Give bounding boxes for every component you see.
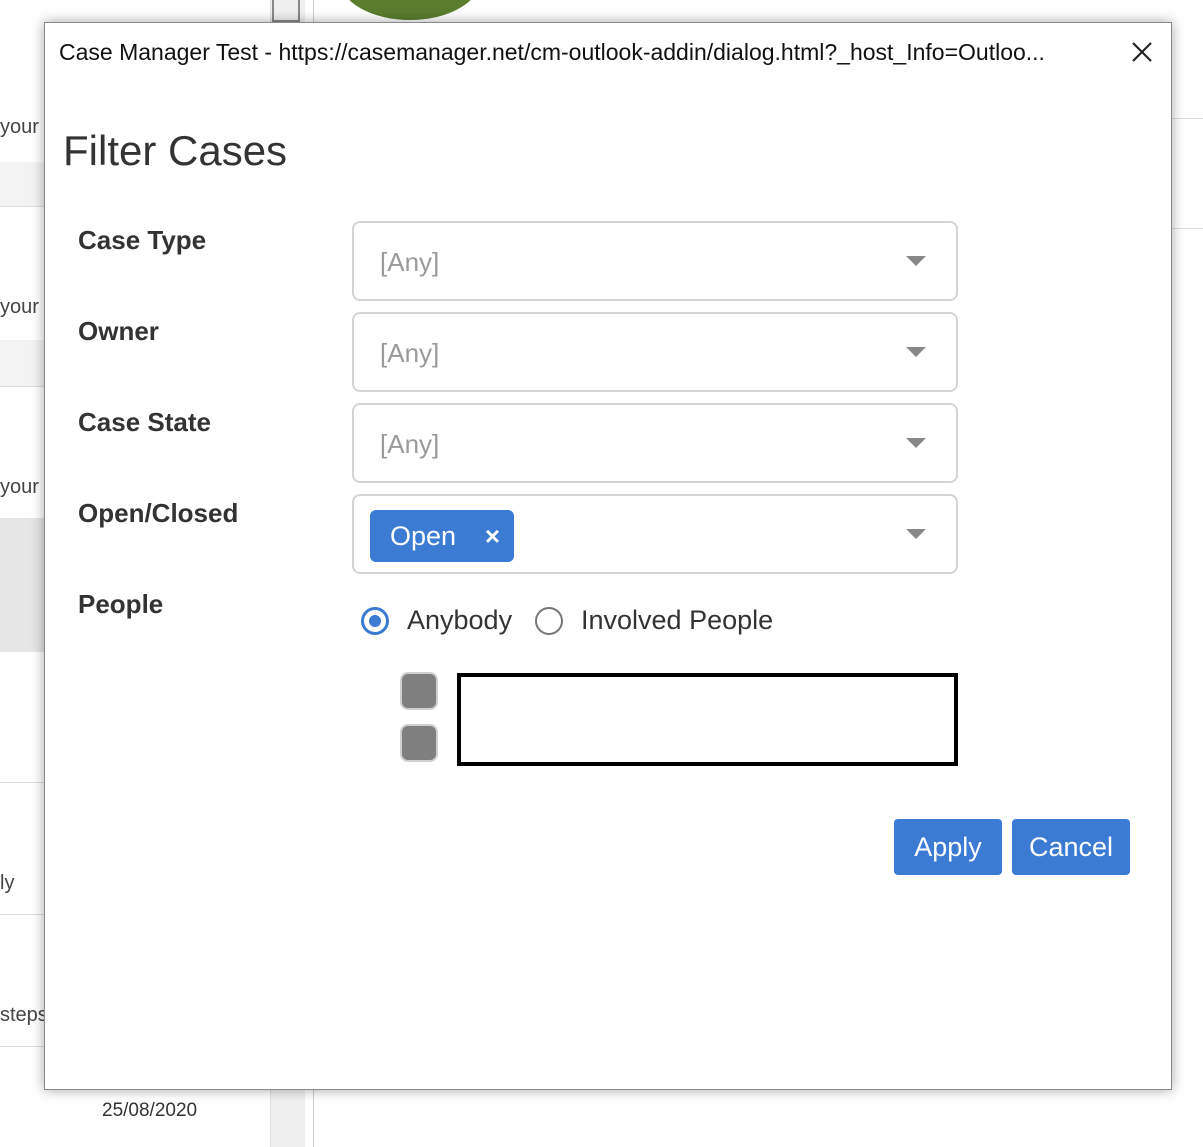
dialog-titlebar[interactable]: Case Manager Test - https://casemanager.… (45, 23, 1171, 85)
open-chip: Open × (370, 510, 514, 562)
message-snippet: your (0, 116, 39, 138)
radio-anybody-label: Anybody (407, 605, 513, 635)
radio-anybody[interactable]: Anybody (361, 603, 521, 643)
radio-checked-icon (361, 607, 389, 635)
owner-label: Owner (78, 316, 159, 346)
close-icon (1132, 42, 1152, 62)
apply-button[interactable]: Apply (894, 819, 1002, 875)
radio-involved-people-label: Involved People (581, 605, 774, 635)
chevron-down-icon (906, 256, 926, 266)
dialog-title: Case Manager Test - https://casemanager.… (59, 39, 1045, 65)
page-title: Filter Cases (63, 127, 288, 174)
avatar (340, 0, 480, 20)
reading-pane-divider (1172, 228, 1203, 229)
chevron-down-icon (906, 529, 926, 539)
message-snippet: your (0, 476, 39, 498)
open-closed-label: Open/Closed (78, 498, 239, 528)
close-button[interactable] (1127, 37, 1157, 67)
case-type-label: Case Type (78, 225, 207, 255)
involved-people-list[interactable] (457, 673, 958, 766)
case-type-select[interactable]: [Any] (352, 221, 958, 301)
chip-label: Open (390, 521, 457, 551)
people-add-button[interactable] (400, 672, 438, 710)
message-snippet: your (0, 296, 39, 318)
radio-involved-people[interactable]: Involved People (535, 603, 785, 643)
open-closed-select[interactable]: Open × (352, 494, 958, 574)
case-state-value: [Any] (380, 429, 440, 459)
chevron-down-icon (906, 347, 926, 357)
chevron-down-icon (906, 438, 926, 448)
chip-remove-icon[interactable]: × (485, 521, 500, 552)
case-state-select[interactable]: [Any] (352, 403, 958, 483)
filter-dialog: Case Manager Test - https://casemanager.… (44, 22, 1172, 1090)
message-snippet: ly (0, 872, 15, 894)
message-date: 25/08/2020 (102, 1100, 198, 1121)
cancel-button[interactable]: Cancel (1012, 819, 1130, 875)
people-remove-button[interactable] (400, 724, 438, 762)
reading-pane-divider (1172, 118, 1203, 119)
message-snippet: steps (0, 1004, 48, 1026)
owner-value: [Any] (380, 338, 440, 368)
people-label: People (78, 589, 164, 619)
scroll-handle-icon[interactable] (272, 0, 300, 22)
case-type-value: [Any] (380, 247, 440, 277)
radio-unchecked-icon (535, 607, 563, 635)
case-state-label: Case State (78, 407, 211, 437)
owner-select[interactable]: [Any] (352, 312, 958, 392)
